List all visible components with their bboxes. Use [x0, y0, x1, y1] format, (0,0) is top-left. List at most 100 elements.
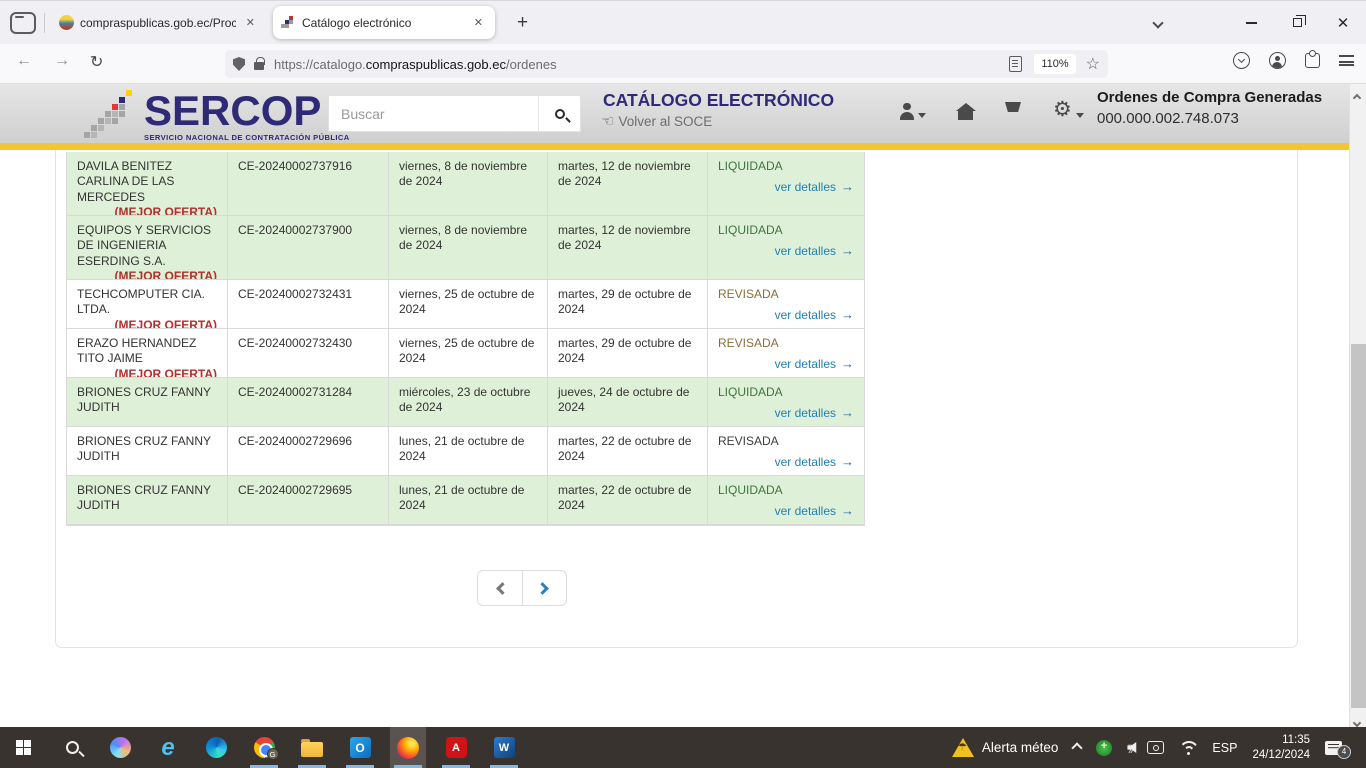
address-bar[interactable]: https://catalogo.compraspublicas.gob.ec/… — [225, 50, 1108, 78]
ver-detalles-link[interactable]: ver detalles→ — [775, 503, 854, 520]
arrow-right-icon: → — [841, 454, 854, 471]
ver-detalles-link[interactable]: ver detalles→ — [775, 179, 854, 196]
menu-icon[interactable] — [1339, 55, 1354, 66]
scrollbar-thumb[interactable] — [1351, 344, 1366, 708]
arrow-right-icon: → — [841, 405, 854, 422]
tab-close-icon[interactable]: ✕ — [242, 14, 259, 31]
ver-detalles-link[interactable]: ver detalles→ — [775, 405, 854, 422]
order-id: CE-20240002729695 — [228, 476, 389, 524]
logo-tagline: SERVICIO NACIONAL DE CONTRATACIÓN PÚBLIC… — [144, 134, 350, 142]
firefox-view-icon[interactable] — [10, 12, 36, 34]
tray-expand-icon[interactable] — [1072, 742, 1083, 753]
search-icon — [555, 109, 565, 119]
taskbar-acrobat-button[interactable]: A — [438, 727, 474, 768]
pagination-next-button[interactable] — [522, 571, 566, 605]
tab-catalogo-electronico[interactable]: Catálogo electrónico ✕ — [273, 6, 495, 39]
home-button[interactable] — [958, 100, 973, 120]
supplier-name: ERAZO HERNANDEZ TITO JAIME — [77, 336, 196, 365]
device-tray-icon[interactable] — [1147, 741, 1164, 754]
weather-alert-widget[interactable]: Alerta méteo — [952, 738, 1059, 757]
volume-tray-icon[interactable]: )) — [1127, 742, 1132, 754]
antivirus-tray-icon[interactable] — [1096, 740, 1112, 756]
zoom-level-indicator[interactable]: 110% — [1034, 54, 1075, 74]
window-restore-button[interactable] — [1274, 3, 1320, 43]
arrow-right-icon: → — [841, 307, 854, 324]
taskbar-word-button[interactable]: W — [486, 727, 522, 768]
volver-al-soce-link[interactable]: ☜ Volver al SOCE — [601, 112, 712, 130]
taskbar-outlook-button[interactable]: O — [342, 727, 378, 768]
tab-compraspublicas[interactable]: compraspublicas.gob.ec/Proce ✕ — [51, 6, 267, 39]
supplier-name: TECHCOMPUTER CIA. LTDA. — [77, 287, 205, 316]
notification-center-button[interactable]: 4 — [1325, 741, 1342, 755]
scroll-down-icon[interactable] — [1354, 713, 1362, 721]
window-close-button[interactable]: ✕ — [1320, 3, 1366, 43]
taskbar-file-explorer-button[interactable] — [294, 727, 330, 768]
ver-detalles-link[interactable]: ver detalles→ — [775, 243, 854, 260]
start-button[interactable] — [6, 727, 42, 768]
folder-icon — [301, 742, 323, 757]
ver-detalles-link[interactable]: ver detalles→ — [775, 356, 854, 373]
ver-detalles-link[interactable]: ver detalles→ — [775, 454, 854, 471]
pocket-icon[interactable] — [1233, 52, 1250, 69]
accept-date: martes, 12 de noviembre de 2024 — [548, 152, 708, 215]
search-button[interactable] — [538, 96, 580, 131]
acrobat-icon: A — [446, 737, 467, 758]
extensions-icon[interactable] — [1305, 53, 1320, 68]
table-row: DAVILA BENITEZ CARLINA DE LAS MERCEDES(M… — [67, 152, 864, 216]
taskbar-edge-button[interactable] — [198, 727, 234, 768]
issue-date: lunes, 21 de octubre de 2024 — [389, 427, 548, 475]
tab-close-icon[interactable]: ✕ — [470, 14, 487, 31]
language-indicator[interactable]: ESP — [1212, 741, 1237, 755]
accept-date: martes, 29 de octubre de 2024 — [548, 280, 708, 328]
outlook-icon: O — [350, 737, 371, 758]
taskbar-internet-explorer-button[interactable]: e — [150, 727, 186, 768]
taskbar-search-button[interactable] — [54, 727, 90, 768]
pagination-prev-button[interactable] — [478, 571, 522, 605]
reader-mode-icon[interactable] — [1009, 56, 1022, 72]
orders-card: DAVILA BENITEZ CARLINA DE LAS MERCEDES(M… — [55, 150, 1298, 648]
taskbar-clock[interactable]: 11:35 24/12/2024 — [1252, 733, 1310, 762]
wifi-tray-icon[interactable] — [1179, 741, 1197, 755]
page-viewport: SERCOP SERVICIO NACIONAL DE CONTRATACIÓN… — [0, 84, 1349, 727]
supplier-name: DAVILA BENITEZ CARLINA DE LAS MERCEDES — [77, 159, 174, 204]
taskbar-firefox-button[interactable] — [390, 727, 426, 768]
taskbar-copilot-button[interactable] — [102, 727, 138, 768]
window-minimize-button[interactable] — [1228, 3, 1274, 43]
clock-time: 11:35 — [1252, 733, 1310, 747]
user-menu-button[interactable] — [900, 100, 926, 120]
back-icon[interactable]: ← — [16, 52, 32, 70]
scroll-up-icon[interactable] — [1354, 88, 1362, 96]
tab-title: compraspublicas.gob.ec/Proce — [80, 16, 236, 30]
ecuador-favicon — [59, 15, 74, 30]
accept-date: martes, 22 de octubre de 2024 — [548, 427, 708, 475]
order-id: CE-20240002729696 — [228, 427, 389, 475]
table-row: ERAZO HERNANDEZ TITO JAIME(MEJOR OFERTA)… — [67, 329, 864, 378]
table-row: BRIONES CRUZ FANNY JUDITH CE-20240002729… — [67, 476, 864, 525]
arrow-right-icon: → — [841, 503, 854, 520]
firefox-icon — [397, 737, 419, 759]
cart-button[interactable] — [1005, 102, 1021, 117]
chevron-right-icon — [536, 582, 549, 595]
status-badge: LIQUIDADA — [718, 483, 854, 498]
supplier-name: BRIONES CRUZ FANNY JUDITH — [77, 434, 211, 463]
scrollbar[interactable] — [1349, 84, 1366, 727]
order-id: CE-20240002732431 — [228, 280, 389, 328]
reload-icon[interactable]: ↻ — [90, 52, 103, 72]
settings-menu-button[interactable]: ⚙ — [1053, 99, 1084, 120]
edge-icon — [206, 737, 227, 758]
list-tabs-icon[interactable] — [1148, 8, 1168, 38]
weather-warning-icon — [952, 738, 974, 757]
tracking-shield-icon[interactable] — [233, 57, 245, 71]
forward-icon[interactable]: → — [54, 52, 70, 70]
internet-explorer-icon: e — [161, 736, 174, 760]
sercop-logo[interactable]: SERCOP SERVICIO NACIONAL DE CONTRATACIÓN… — [84, 90, 350, 142]
orders-table: DAVILA BENITEZ CARLINA DE LAS MERCEDES(M… — [66, 152, 865, 526]
search-input[interactable] — [329, 96, 538, 131]
table-row: EQUIPOS Y SERVICIOS DE INGENIERIA ESERDI… — [67, 216, 864, 280]
bookmark-star-icon[interactable]: ☆ — [1086, 54, 1100, 74]
taskbar-chrome-button[interactable]: G — [246, 727, 282, 768]
ver-detalles-link[interactable]: ver detalles→ — [775, 307, 854, 324]
lock-icon[interactable] — [254, 62, 264, 70]
account-icon[interactable] — [1269, 52, 1286, 69]
new-tab-button[interactable]: + — [511, 12, 534, 34]
